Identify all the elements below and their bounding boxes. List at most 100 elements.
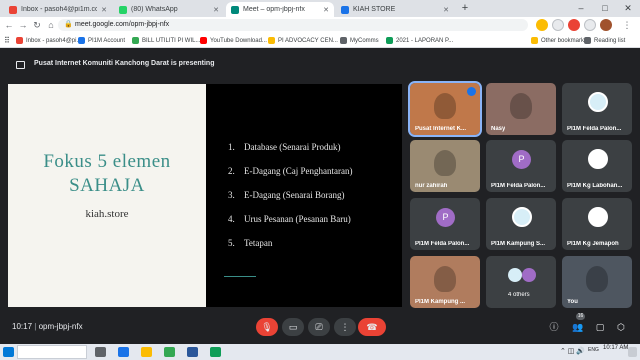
slide-title-line2: SAHAJA: [69, 175, 145, 196]
bookmark-label: YouTube Download...: [210, 37, 267, 44]
new-tab-button[interactable]: +: [458, 2, 472, 15]
presenting-text: Pusat Internet Komuniti Kanchong Darat i…: [34, 60, 215, 67]
activities-icon[interactable]: ⬡: [615, 321, 627, 333]
camera-button[interactable]: ▭: [282, 318, 304, 336]
word-icon[interactable]: [187, 347, 198, 357]
participant-name: PI1M Felda Palon...: [567, 126, 622, 132]
menu-icon[interactable]: ⋮: [620, 17, 634, 33]
tab-favicon-icon: [119, 5, 127, 14]
apps-icon[interactable]: ⠿: [4, 35, 10, 46]
participant-tile[interactable]: PI1M Kampung S...: [486, 198, 556, 250]
participant-logo: [512, 207, 532, 227]
app-icon[interactable]: [210, 347, 221, 357]
slide-list-item: 1. Database (Senarai Produk): [228, 142, 340, 152]
profile-avatar[interactable]: [600, 19, 612, 31]
participant-tile[interactable]: Pusat Internet K...: [408, 81, 482, 137]
reading-list[interactable]: Reading list: [584, 35, 625, 46]
slide-list-item: 5. Tetapan: [228, 238, 272, 248]
more-options-button[interactable]: ⋮: [334, 318, 356, 336]
participant-name: You: [567, 299, 578, 305]
back-icon[interactable]: ←: [2, 17, 16, 33]
bookmark-favicon-icon: [132, 37, 139, 44]
slide-item-number: 1.: [228, 142, 235, 152]
people-icon[interactable]: 👥: [572, 321, 584, 333]
slide-item-number: 4.: [228, 214, 235, 224]
forward-icon[interactable]: →: [16, 17, 30, 33]
tab-close-icon[interactable]: ✕: [97, 6, 107, 14]
participant-tile[interactable]: PI1M Kg Labohan...: [562, 140, 632, 192]
bookmark-item[interactable]: MyComms: [340, 35, 379, 46]
browser-tab[interactable]: Inbox - pasoh4@pi1m.com.my✕: [4, 2, 112, 17]
mic-off-button[interactable]: 🎙: [256, 318, 278, 336]
participant-tile[interactable]: nur zahirah: [410, 140, 480, 192]
reload-icon[interactable]: ↻: [30, 17, 44, 33]
start-icon[interactable]: [3, 347, 14, 357]
bookmark-item[interactable]: Inbox - pasoh4@pi...: [16, 35, 81, 46]
participant-tile[interactable]: PI1M Kampung ...: [410, 256, 480, 308]
browser-tab[interactable]: (80) WhatsApp ✕: [114, 2, 224, 17]
browser-tab[interactable]: Meet – opm-jbpj-nfx ✕: [226, 2, 334, 17]
bookmark-item[interactable]: BILL UTILITI PI WIL...: [132, 35, 200, 46]
minimize-button[interactable]: –: [570, 0, 592, 17]
tab-label: KIAH STORE: [353, 6, 396, 13]
chrome-icon[interactable]: [164, 347, 175, 357]
language-indicator[interactable]: ENG: [588, 347, 599, 353]
tab-favicon-icon: [341, 5, 349, 14]
system-tray-icons[interactable]: ⌃ ◫ 🔊: [560, 347, 585, 355]
clock-time: 10:17 AM: [603, 345, 629, 351]
participant-tile[interactable]: You: [562, 256, 632, 308]
present-screen-icon: [16, 61, 25, 69]
task-view-icon[interactable]: [95, 347, 106, 357]
bookmark-favicon-icon: [268, 37, 275, 44]
present-now-button[interactable]: ⎚: [308, 318, 330, 336]
bookmark-label: BILL UTILITI PI WIL...: [142, 37, 201, 44]
close-window-button[interactable]: ✕: [617, 0, 639, 17]
star-icon[interactable]: [584, 19, 596, 31]
tab-close-icon[interactable]: ✕: [439, 6, 449, 14]
participant-tile[interactable]: Nasy: [486, 83, 556, 135]
maximize-button[interactable]: □: [594, 0, 616, 17]
lock-icon[interactable]: 🔒: [64, 19, 73, 31]
taskbar-search[interactable]: [17, 345, 87, 359]
recording-icon[interactable]: [568, 19, 580, 31]
camera-icon[interactable]: [552, 19, 564, 31]
participant-tile[interactable]: 4 others: [486, 256, 556, 308]
slide-item-text: Database (Senarai Produk): [244, 142, 341, 152]
extension-icon[interactable]: [536, 19, 548, 31]
participant-video: [586, 266, 608, 292]
info-icon[interactable]: ⓘ: [548, 321, 560, 333]
chat-icon[interactable]: ▢: [594, 321, 606, 333]
bookmark-item[interactable]: PI ADVOCACY CEN...: [268, 35, 338, 46]
tab-close-icon[interactable]: ✕: [209, 6, 219, 14]
bookmark-favicon-icon: [78, 37, 85, 44]
taskbar-clock[interactable]: 10:17 AM: [603, 345, 628, 352]
file-explorer-icon[interactable]: [141, 347, 152, 357]
participant-video: [434, 266, 456, 292]
participant-tile[interactable]: P PI1M Felda Palon...: [486, 140, 556, 192]
bookmark-item[interactable]: YouTube Download...: [200, 35, 267, 46]
participant-logo: [588, 92, 608, 112]
notification-icon[interactable]: [628, 347, 637, 357]
participant-video: [510, 93, 532, 119]
participant-tile[interactable]: P PI1M Felda Palon...: [410, 198, 480, 250]
bookmark-item[interactable]: PI1M Account: [78, 35, 125, 46]
url-text: meet.google.com/opm-jbpj-nfx: [75, 21, 170, 28]
tab-label: Inbox - pasoh4@pi1m.com.my: [21, 6, 98, 13]
edge-icon[interactable]: [118, 347, 129, 357]
leave-call-button[interactable]: ☎: [358, 318, 386, 336]
browser-tab[interactable]: KIAH STORE ✕: [336, 2, 454, 17]
participant-tile[interactable]: PI1M Felda Palon...: [562, 83, 632, 135]
participant-avatar: P: [436, 208, 455, 227]
home-icon[interactable]: ⌂: [44, 17, 58, 33]
participant-tile[interactable]: PI1M Kg Jemapoh: [562, 198, 632, 250]
slide-item-text: Urus Pesanan (Pesanan Baru): [244, 214, 351, 224]
other-bookmarks[interactable]: Other bookmarks: [531, 35, 587, 46]
participant-name: PI1M Kampung S...: [491, 241, 546, 247]
participant-name: 4 others: [508, 292, 530, 298]
bookmark-label: Inbox - pasoh4@pi...: [26, 37, 82, 44]
tab-close-icon[interactable]: ✕: [319, 6, 329, 14]
participant-name: PI1M Felda Palon...: [415, 241, 470, 247]
bookmark-item[interactable]: 2021 - LAPORAN P...: [386, 35, 453, 46]
participant-name: Nasy: [491, 126, 506, 132]
slide-list-item: 4. Urus Pesanan (Pesanan Baru): [228, 214, 351, 224]
